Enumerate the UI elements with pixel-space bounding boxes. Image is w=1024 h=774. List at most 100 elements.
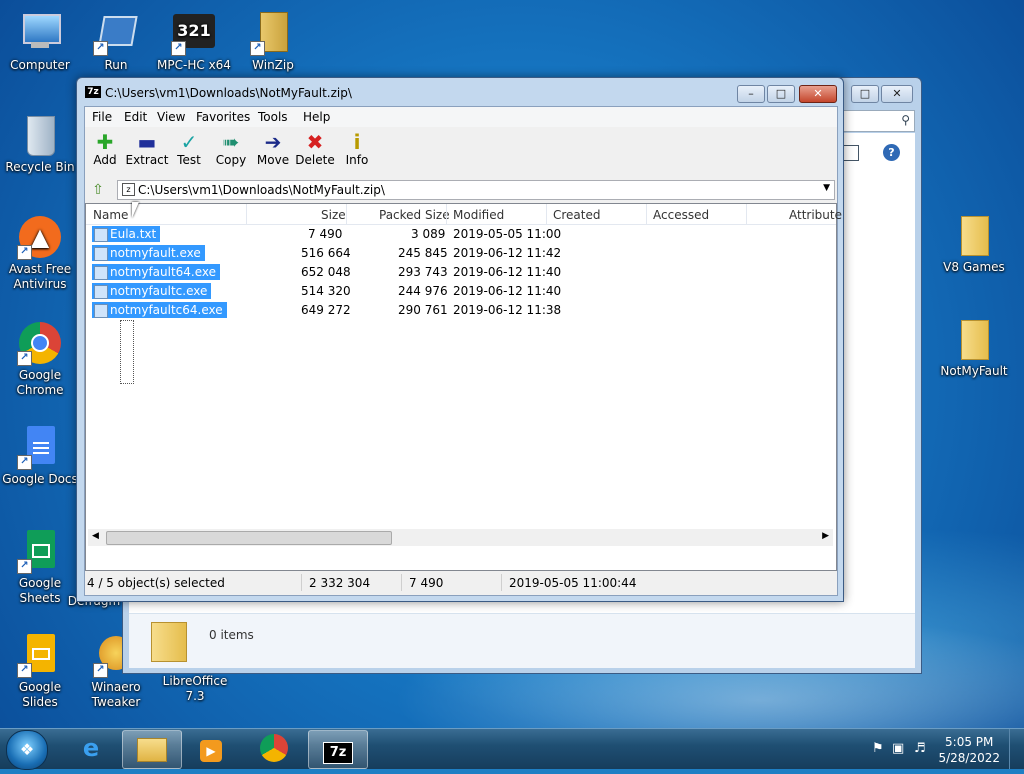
help-icon[interactable]: ? — [883, 144, 900, 161]
file-size: 516 664 — [301, 246, 351, 260]
recycle-bin-icon — [17, 112, 63, 158]
desktop-icon-avast[interactable]: ▲ ↗ Avast Free Antivirus — [0, 214, 80, 292]
maximize-button[interactable]: □ — [767, 85, 795, 103]
desktop-icon-recycle-bin[interactable]: Recycle Bin — [0, 112, 80, 175]
file-size: 652 048 — [301, 265, 351, 279]
desktop-icon-label: Google Chrome — [16, 368, 64, 397]
menu-edit[interactable]: Edit — [124, 110, 147, 124]
col-attributes[interactable]: Attribute — [789, 208, 842, 222]
start-button[interactable]: ❖ — [6, 730, 48, 770]
delete-button[interactable]: ✖ Delete — [293, 131, 337, 167]
desktop-icon-v8-games[interactable]: V8 Games — [934, 212, 1014, 275]
col-accessed[interactable]: Accessed — [653, 208, 709, 222]
status-item-modified: 2019-05-05 11:00:44 — [509, 576, 637, 590]
desktop-icon-label: MPC-HC x64 — [157, 58, 231, 72]
status-item-size: 7 490 — [409, 576, 444, 590]
col-name[interactable]: Name — [93, 208, 128, 222]
table-row[interactable]: notmyfaultc64.exe 649 272 290 761 2019-0… — [86, 300, 836, 319]
scrollbar-thumb[interactable] — [106, 531, 392, 545]
network-icon[interactable]: ▣ — [892, 741, 904, 756]
7zip-window: 7z C:\Users\vm1\Downloads\NotMyFault.zip… — [76, 77, 844, 602]
scroll-left-icon[interactable]: ◀ — [92, 531, 99, 541]
taskbar-media-player[interactable]: ▶ — [182, 730, 240, 767]
address-combo[interactable]: z C:\Users\vm1\Downloads\NotMyFault.zip\… — [117, 180, 835, 200]
menu-help[interactable]: Help — [303, 110, 330, 124]
desktop-icon-computer[interactable]: Computer — [0, 10, 80, 73]
table-row[interactable]: Eula.txt 7 490 3 089 2019-05-05 11:00 — [86, 224, 836, 243]
explorer-close-button[interactable]: ✕ — [881, 85, 913, 103]
file-name: notmyfaultc.exe — [92, 283, 212, 299]
action-center-flag-icon[interactable]: ⚑ — [872, 741, 884, 756]
taskbar-internet-explorer[interactable]: e — [62, 730, 120, 767]
col-created[interactable]: Created — [553, 208, 601, 222]
file-size: 514 320 — [301, 284, 351, 298]
search-icon: ⚲ — [901, 113, 910, 127]
desktop-icon-chrome[interactable]: ↗ Google Chrome — [0, 320, 80, 398]
menu-tools[interactable]: Tools — [258, 110, 288, 124]
taskbar-file-explorer[interactable] — [122, 730, 182, 769]
file-packed-size: 245 845 — [398, 246, 448, 260]
chrome-icon — [260, 734, 288, 762]
window-client: File Edit View Favorites Tools Help ✚ Ad… — [83, 106, 842, 596]
desktop-icon-run[interactable]: ↗ Run — [76, 10, 156, 73]
show-desktop-button[interactable] — [1009, 729, 1024, 769]
status-bar: 4 / 5 object(s) selected 2 332 304 7 490… — [85, 571, 837, 593]
selection-rectangle — [120, 320, 134, 384]
table-row[interactable]: notmyfault64.exe 652 048 293 743 2019-06… — [86, 262, 836, 281]
desktop-icon-label: Recycle Bin — [5, 160, 75, 174]
file-modified: 2019-05-05 11:00 — [453, 227, 562, 241]
desktop-icon-mpc[interactable]: 321 ↗ MPC-HC x64 — [154, 10, 234, 73]
copy-button[interactable]: ➠ Copy — [209, 131, 253, 167]
info-icon: i — [353, 130, 361, 154]
scroll-right-icon[interactable]: ▶ — [822, 531, 829, 541]
file-list[interactable]: Name Size Packed Size Modified Created A… — [85, 203, 842, 571]
file-name: notmyfault64.exe — [92, 264, 221, 280]
up-folder-icon[interactable]: ⇧ — [89, 181, 107, 199]
chevron-down-icon[interactable]: ▼ — [823, 183, 830, 193]
internet-explorer-icon: e — [82, 734, 100, 762]
taskbar-7zip[interactable]: 7z — [308, 730, 368, 769]
extract-label: Extract — [125, 153, 169, 167]
explorer-search-box[interactable]: ⚲ — [843, 110, 915, 132]
status-total-size: 2 332 304 — [309, 576, 371, 590]
move-label: Move — [256, 153, 290, 167]
test-button[interactable]: ✓ Test — [167, 131, 211, 167]
clock[interactable]: 5:05 PM 5/28/2022 — [938, 734, 1000, 766]
file-size: 7 490 — [308, 227, 343, 241]
explorer-maximize-button[interactable]: □ — [851, 85, 879, 103]
table-row[interactable]: notmyfaultc.exe 514 320 244 976 2019-06-… — [86, 281, 836, 300]
plus-icon: ✚ — [96, 130, 114, 154]
move-button[interactable]: ➔ Move — [251, 131, 295, 167]
clock-time: 5:05 PM — [945, 735, 994, 749]
info-button[interactable]: i Info — [335, 131, 379, 167]
title-bar[interactable]: 7z C:\Users\vm1\Downloads\NotMyFault.zip… — [77, 78, 843, 106]
delete-x-icon: ✖ — [306, 130, 324, 154]
desktop-icon-notmyfault[interactable]: NotMyFault — [934, 316, 1014, 379]
desktop-icon-winzip[interactable]: ↗ WinZip — [233, 10, 313, 73]
close-button[interactable]: ✕ — [799, 85, 837, 103]
file-name: Eula.txt — [92, 226, 161, 242]
add-button[interactable]: ✚ Add — [83, 131, 127, 167]
file-modified: 2019-06-12 11:40 — [453, 265, 562, 279]
table-row[interactable]: notmyfault.exe 516 664 245 845 2019-06-1… — [86, 243, 836, 262]
menu-view[interactable]: View — [157, 110, 185, 124]
col-modified[interactable]: Modified — [453, 208, 504, 222]
taskbar-chrome[interactable] — [245, 730, 303, 767]
col-size[interactable]: Size — [321, 208, 346, 222]
minimize-button[interactable]: – — [737, 85, 765, 103]
horizontal-scrollbar[interactable]: ◀ ▶ — [88, 529, 833, 546]
desktop-icon-label: Google Slides — [18, 680, 62, 709]
menu-favorites[interactable]: Favorites — [196, 110, 250, 124]
desktop-icon-google-docs[interactable]: ↗ Google Docs — [0, 424, 80, 487]
desktop-icon-label: NotMyFault — [940, 364, 1008, 378]
minus-icon: ▬ — [137, 130, 157, 154]
volume-icon[interactable]: ♬ — [914, 741, 926, 756]
extract-button[interactable]: ▬ Extract — [125, 131, 169, 167]
window-title: C:\Users\vm1\Downloads\NotMyFault.zip\ — [105, 86, 352, 100]
copy-label: Copy — [215, 153, 247, 167]
winzip-icon: ↗ — [250, 10, 296, 56]
col-packed-size[interactable]: Packed Size — [379, 208, 450, 222]
menu-file[interactable]: File — [92, 110, 112, 124]
desktop-icon-google-slides[interactable]: ↗ Google Slides — [0, 632, 80, 710]
preview-pane-icon[interactable] — [843, 145, 859, 161]
